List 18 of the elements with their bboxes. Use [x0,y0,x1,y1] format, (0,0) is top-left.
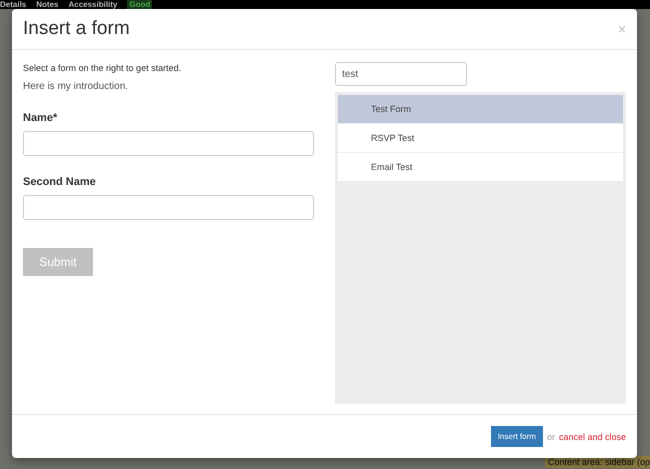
field-label: Name* [23,112,58,124]
input-field[interactable] [23,131,314,156]
or-text: or [546,432,555,442]
insert-form-button[interactable]: Insert form [490,426,543,447]
cancel-link[interactable]: cancel and close [558,432,626,442]
form-list-item[interactable]: Test Form [338,95,623,123]
form-list-item[interactable]: Email Test [338,153,623,181]
field-label: Second Name [23,176,97,188]
form-list-item[interactable]: RSVP Test [338,124,623,152]
nav-link[interactable]: Details [0,0,26,9]
nav-link[interactable]: Accessibility [68,0,118,9]
nav-link[interactable]: Notes [36,0,58,9]
status-badge: Good [127,0,152,9]
search-field[interactable]: test [335,62,467,86]
modal-title: Insert a form [23,18,130,40]
instruction-text: Select a form on the right to get started. [23,62,182,74]
form-introduction: Here is my introduction. [23,81,130,92]
input-field[interactable] [23,195,314,220]
